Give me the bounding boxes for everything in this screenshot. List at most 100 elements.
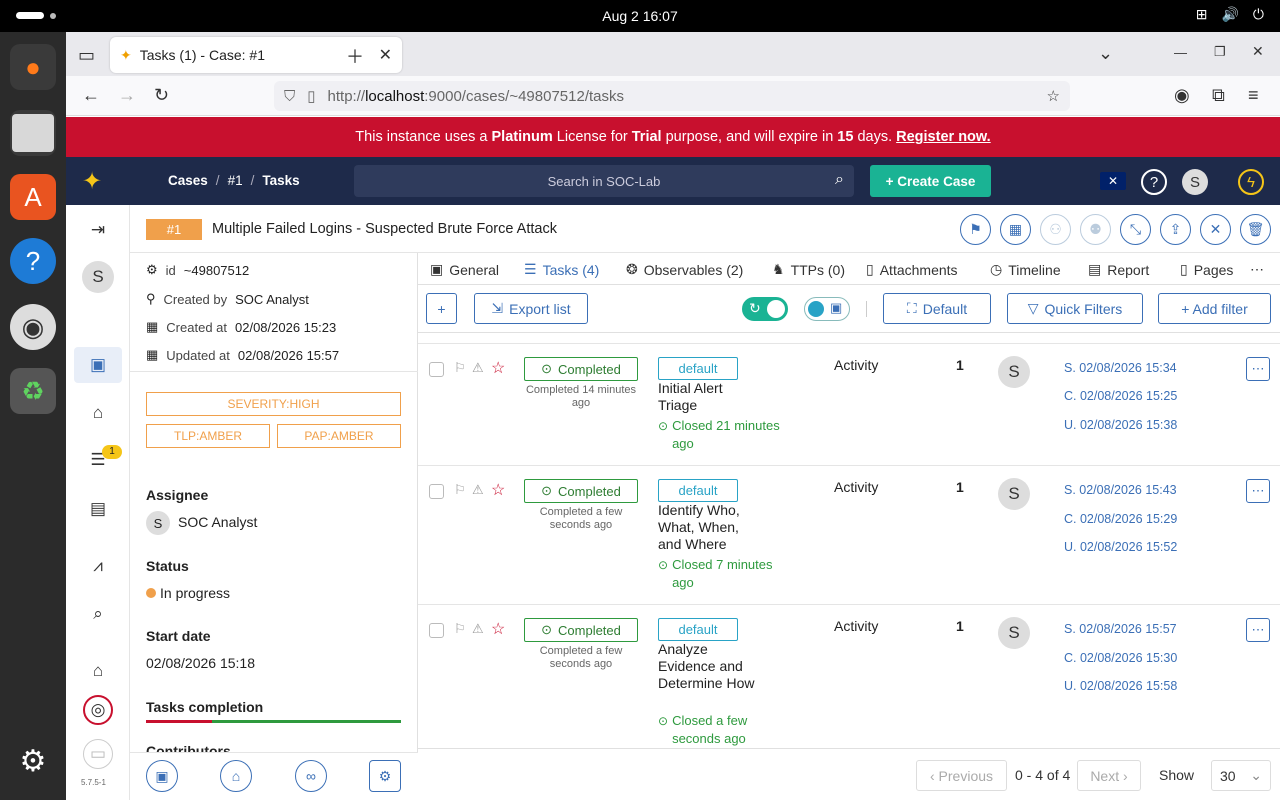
assignee-avatar[interactable]: S <box>998 617 1030 649</box>
flag-icon[interactable]: ⚐ <box>454 360 466 376</box>
lightning-icon[interactable]: ϟ <box>1238 169 1264 195</box>
user-avatar[interactable]: S <box>1182 169 1208 195</box>
warning-icon[interactable]: ⚠ <box>472 621 484 637</box>
mandatory-star-icon[interactable]: ☆ <box>491 619 505 639</box>
mandatory-star-icon[interactable]: ☆ <box>491 480 505 500</box>
row-checkbox[interactable] <box>429 362 444 377</box>
cortex-icon[interactable]: ◎ <box>83 695 113 725</box>
page-size-select[interactable]: 30 ⌄ <box>1211 760 1271 791</box>
export-list-button[interactable]: ⇲ Export list <box>474 293 588 324</box>
merge-button[interactable]: ⤡ <box>1120 214 1151 245</box>
flag-icon[interactable]: ⚐ <box>454 621 466 637</box>
status-badge[interactable]: ⊙ Completed <box>524 479 638 503</box>
task-group-tag[interactable]: default <box>658 479 738 502</box>
case-details-button[interactable]: ▣ <box>146 760 178 792</box>
rail-user-avatar[interactable]: S <box>82 261 114 293</box>
status-badge[interactable]: ⊙ Completed <box>524 357 638 381</box>
register-link[interactable]: Register now. <box>896 129 991 145</box>
app-center-icon[interactable]: A <box>10 174 56 220</box>
mandatory-star-icon[interactable]: ☆ <box>491 358 505 378</box>
more-tabs-icon[interactable]: ⋯ <box>1250 261 1264 278</box>
account-icon[interactable]: ◉ <box>1174 85 1190 106</box>
cases-icon[interactable]: ▣ <box>74 347 122 383</box>
alerts-button[interactable]: ⌂ <box>220 760 252 792</box>
alerts-icon[interactable]: ⌂ <box>80 395 116 431</box>
warning-icon[interactable]: ⚠ <box>472 360 484 376</box>
links-button[interactable]: ∞ <box>295 760 327 792</box>
delete-case-button[interactable]: 🗑 <box>1240 214 1271 245</box>
bookmark-star-icon[interactable]: ☆ <box>1047 87 1060 105</box>
flag-button[interactable]: ⚑ <box>960 214 991 245</box>
settings-button[interactable]: ⚙ <box>369 760 401 792</box>
previous-page-button[interactable]: ‹ Previous <box>916 760 1007 791</box>
quick-filters-button[interactable]: ▽ Quick Filters <box>1007 293 1143 324</box>
next-page-button[interactable]: Next › <box>1077 760 1141 791</box>
default-filter-button[interactable]: ⛶ Default <box>883 293 991 324</box>
forward-icon[interactable]: → <box>118 85 136 106</box>
help-icon[interactable]: ? <box>10 238 56 284</box>
uk-flag-icon[interactable]: ✕ <box>1100 172 1126 190</box>
share-button[interactable]: ⚉ <box>1080 214 1111 245</box>
global-search-input[interactable]: Search in SOC-Lab ⌕ <box>354 165 854 197</box>
breadcrumb-cases[interactable]: Cases <box>168 173 208 188</box>
firefox-icon[interactable]: ● <box>10 44 56 90</box>
auto-refresh-toggle[interactable]: ↻ <box>742 297 788 321</box>
run-responder-button[interactable]: ▦ <box>1000 214 1031 245</box>
new-tab-icon[interactable]: ＋ <box>346 43 364 69</box>
task-title[interactable]: Identify Who, What, When, and Where <box>658 502 758 553</box>
disc-icon[interactable]: ◉ <box>10 304 56 350</box>
tab-list-icon[interactable]: ⌄ <box>1098 43 1113 64</box>
row-actions-button[interactable]: ⋯ <box>1246 618 1270 642</box>
assign-button[interactable]: ⚇ <box>1040 214 1071 245</box>
menu-icon[interactable]: ≡ <box>1248 85 1259 106</box>
power-icon[interactable]: ⏻ <box>1253 6 1264 23</box>
minimize-icon[interactable]: — <box>1174 45 1187 60</box>
clock[interactable]: Aug 2 16:07 <box>0 8 1280 24</box>
reload-icon[interactable]: ↻ <box>154 85 169 106</box>
url-bar[interactable]: ⛉ ▯ http://localhost:9000/cases/~4980751… <box>274 81 1070 111</box>
tab-overview-icon[interactable]: ▭ <box>78 45 95 66</box>
row-checkbox[interactable] <box>429 623 444 638</box>
table-row[interactable]: ⚐ ⚠ ☆ ⊙ Completed Completed a few seconds… <box>418 466 1280 605</box>
status-value[interactable]: In progress <box>160 585 230 601</box>
severity-tag[interactable]: SEVERITY:HIGH <box>146 392 401 416</box>
show-apps-icon[interactable]: ⚙ <box>10 738 56 784</box>
tab-ttps[interactable]: ♞ TTPs (0) <box>772 261 845 278</box>
row-actions-button[interactable]: ⋯ <box>1246 479 1270 503</box>
extensions-icon[interactable]: ⧉ <box>1212 85 1225 106</box>
assignee-avatar[interactable]: S <box>998 356 1030 388</box>
tab-tasks[interactable]: ☰ Tasks (4) <box>524 261 599 278</box>
add-filter-button[interactable]: + Add filter <box>1158 293 1271 324</box>
table-row[interactable]: ⚐ ⚠ ☆ ⊙ Completed Completed 14 minutes ag… <box>418 344 1280 466</box>
close-window-icon[interactable]: ✕ <box>1252 43 1264 60</box>
export-button[interactable]: ⇪ <box>1160 214 1191 245</box>
view-mode-toggle[interactable]: ▣ <box>804 297 850 321</box>
task-title[interactable]: Initial Alert Triage <box>658 380 758 414</box>
flag-icon[interactable]: ⚐ <box>454 482 466 498</box>
tab-general[interactable]: ▣ General <box>430 261 499 278</box>
tab-observables[interactable]: ❂ Observables (2) <box>626 261 743 278</box>
network-icon[interactable]: ⊞ <box>1196 6 1208 23</box>
task-title[interactable]: Analyze Evidence and Determine How <box>658 641 758 692</box>
search-icon[interactable]: ⌕ <box>835 171 844 189</box>
assignee-value[interactable]: SOC Analyst <box>178 514 257 530</box>
thehive-logo-icon[interactable]: ✦ <box>82 167 102 196</box>
tlp-tag[interactable]: TLP:AMBER <box>146 424 270 448</box>
organisation-icon[interactable]: ⌂ <box>80 653 116 689</box>
files-icon[interactable] <box>10 110 56 156</box>
volume-icon[interactable]: 🔊 <box>1221 6 1238 23</box>
task-group-tag[interactable]: default <box>658 357 738 380</box>
breadcrumb-case[interactable]: #1 <box>228 173 243 188</box>
tab-timeline[interactable]: ◷ Timeline <box>990 261 1061 278</box>
tab-attachments[interactable]: ▯ Attachments <box>866 261 958 278</box>
status-badge[interactable]: ⊙ Completed <box>524 618 638 642</box>
search-rail-icon[interactable]: ⌕ <box>80 596 116 632</box>
tab-report[interactable]: ▤ Report <box>1088 261 1149 278</box>
row-checkbox[interactable] <box>429 484 444 499</box>
assignee-avatar[interactable]: S <box>998 478 1030 510</box>
maximize-icon[interactable]: ❐ <box>1214 44 1226 60</box>
trash-icon[interactable]: ♻ <box>10 368 56 414</box>
expand-sidebar-icon[interactable]: ⇥ <box>80 212 116 248</box>
tab-pages[interactable]: ▯ Pages <box>1180 261 1233 278</box>
knowledge-icon[interactable]: ▤ <box>80 491 116 527</box>
